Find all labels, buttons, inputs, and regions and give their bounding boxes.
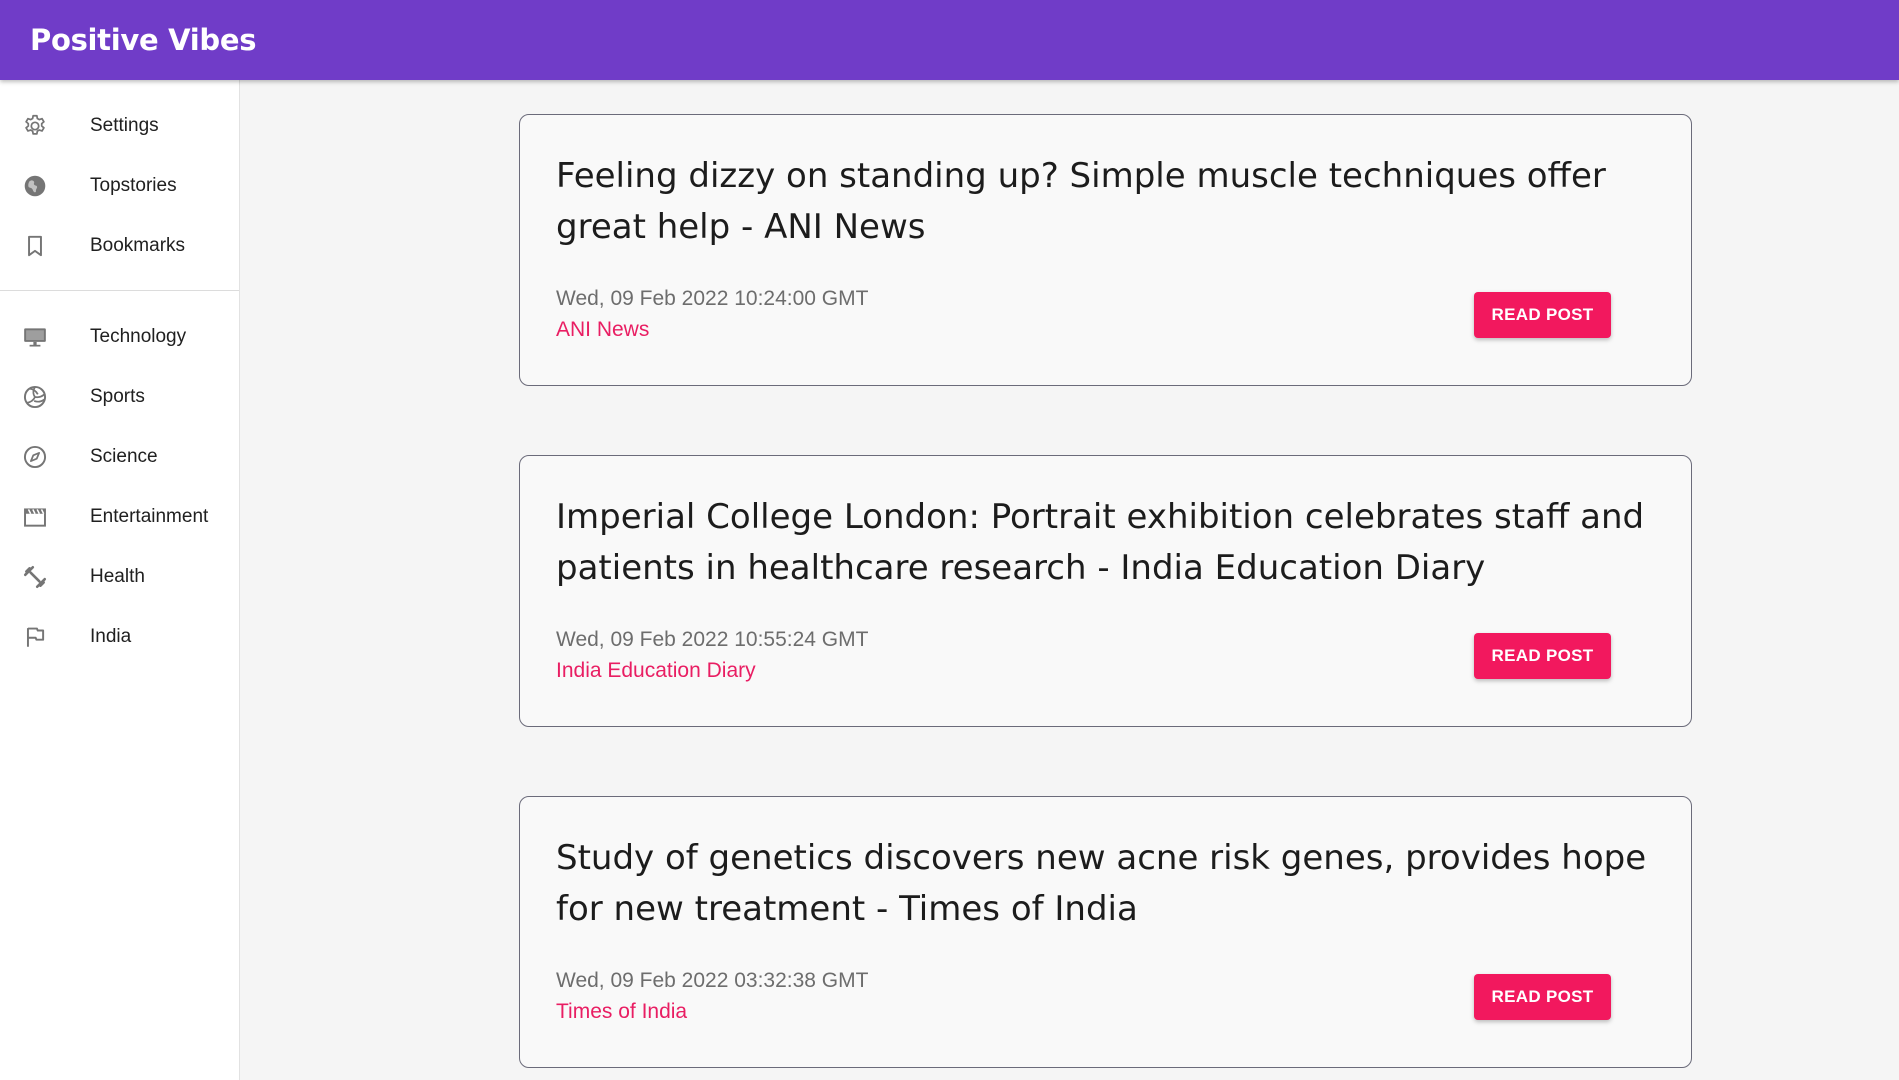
sidebar-item-india[interactable]: India: [0, 607, 239, 667]
news-card: Imperial College London: Portrait exhibi…: [519, 455, 1692, 727]
sidebar-item-label: Technology: [90, 326, 187, 347]
sidebar-item-bookmarks[interactable]: Bookmarks: [0, 216, 239, 276]
news-card-source: India Education Diary: [556, 659, 756, 682]
sidebar-item-label: Settings: [90, 115, 159, 136]
news-feed: Feeling dizzy on standing up? Simple mus…: [240, 80, 1899, 1080]
news-card-date: Wed, 09 Feb 2022 10:24:00 GMT: [556, 287, 869, 310]
sidebar-item-entertainment[interactable]: Entertainment: [0, 487, 239, 547]
volleyball-icon: [22, 384, 48, 410]
sidebar-item-label: Sports: [90, 386, 145, 407]
sidebar: Settings Topstories Bookmarks Technology: [0, 80, 240, 1080]
sidebar-item-science[interactable]: Science: [0, 427, 239, 487]
sidebar-item-topstories[interactable]: Topstories: [0, 156, 239, 216]
news-card-date: Wed, 09 Feb 2022 10:55:24 GMT: [556, 628, 869, 651]
news-card-source: Times of India: [556, 1000, 688, 1023]
read-post-button[interactable]: READ POST: [1474, 292, 1611, 338]
sidebar-item-label: Science: [90, 446, 158, 467]
sidebar-item-label: Bookmarks: [90, 235, 186, 256]
sidebar-item-label: Entertainment: [90, 506, 209, 527]
sidebar-item-sports[interactable]: Sports: [0, 367, 239, 427]
bookmark-icon: [22, 233, 48, 259]
sidebar-item-technology[interactable]: Technology: [0, 307, 239, 367]
app-bar: Positive Vibes: [0, 0, 1899, 80]
news-card: Feeling dizzy on standing up? Simple mus…: [519, 114, 1692, 386]
sidebar-categories-group: Technology Sports Science Entertainment …: [0, 290, 239, 667]
sidebar-item-settings[interactable]: Settings: [0, 96, 239, 156]
sidebar-item-label: Health: [90, 566, 145, 587]
news-card-title: Study of genetics discovers new acne ris…: [556, 838, 1647, 929]
news-card-source: ANI News: [556, 318, 650, 341]
compass-icon: [22, 444, 48, 470]
monitor-icon: [22, 324, 48, 350]
sidebar-primary-group: Settings Topstories Bookmarks: [0, 80, 239, 276]
read-post-button[interactable]: READ POST: [1474, 974, 1611, 1020]
news-card-title: Imperial College London: Portrait exhibi…: [556, 497, 1645, 588]
dumbbell-icon: [22, 564, 48, 590]
sidebar-item-label: Topstories: [90, 175, 177, 196]
sidebar-item-label: India: [90, 626, 132, 647]
news-card: Study of genetics discovers new acne ris…: [519, 796, 1692, 1068]
film-icon: [22, 504, 48, 530]
globe-icon: [22, 173, 48, 199]
read-post-button[interactable]: READ POST: [1474, 633, 1611, 679]
news-card-title: Feeling dizzy on standing up? Simple mus…: [556, 156, 1606, 247]
sidebar-item-health[interactable]: Health: [0, 547, 239, 607]
flag-icon: [22, 624, 48, 650]
gear-icon: [22, 113, 48, 139]
news-card-date: Wed, 09 Feb 2022 03:32:38 GMT: [556, 969, 869, 992]
app-title[interactable]: Positive Vibes: [30, 23, 257, 57]
